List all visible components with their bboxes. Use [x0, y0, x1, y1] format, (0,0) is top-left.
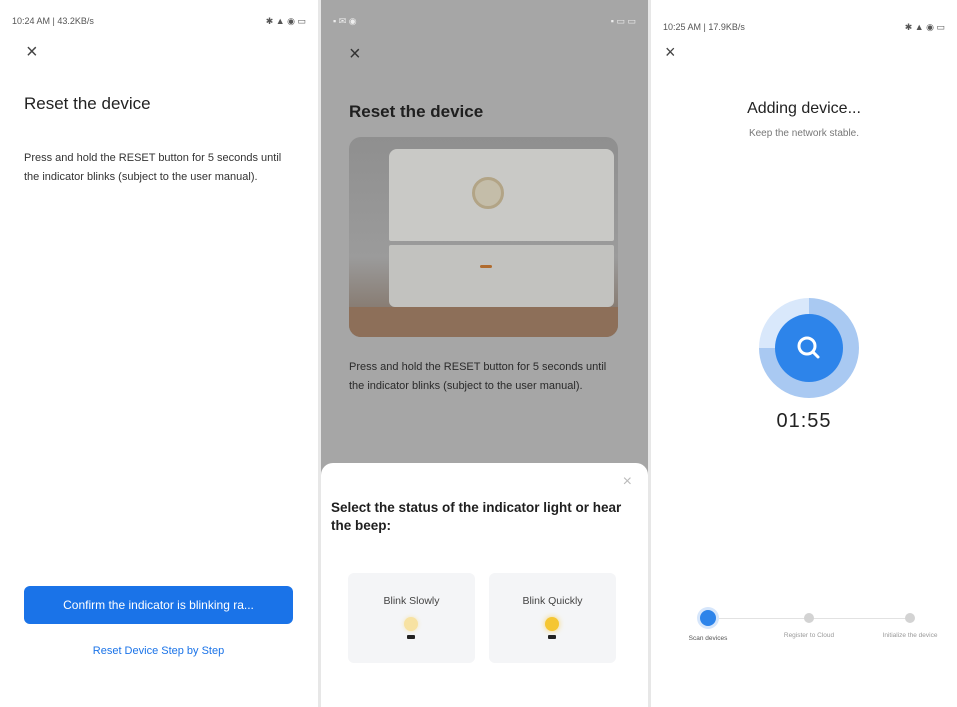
reset-instructions: Press and hold the RESET button for 5 se…	[24, 152, 282, 183]
floor-surface	[349, 307, 618, 337]
status-bar: 10:24 AM | 43.2KB/s ✱ ▲ ◉ ▭	[12, 14, 306, 28]
screen-indicator-status: ▪ ✉ ◉ ▪ ▭ ▭ × Reset the device Press and…	[321, 0, 648, 707]
device-image	[349, 137, 618, 337]
step-initialize-device: Initialize the device	[875, 610, 945, 640]
reset-step-by-step-link[interactable]: Reset Device Step by Step	[24, 645, 293, 657]
search-icon	[797, 336, 820, 359]
bulb-base	[407, 635, 415, 639]
option-label: Blink Slowly	[383, 595, 440, 607]
screen-adding-device: 10:25 AM | 17.9KB/s ✱ ▲ ◉ ▭ × Adding dev…	[651, 0, 957, 707]
status-time: 10:25 AM | 17.9KB/s	[663, 22, 745, 32]
confirm-blinking-button[interactable]: Confirm the indicator is blinking ra...	[24, 586, 293, 624]
device-reset-button-image	[472, 177, 504, 209]
device-indicator-led	[480, 265, 492, 268]
step-dot	[804, 613, 814, 623]
step-dot	[700, 610, 716, 626]
option-blink-quickly[interactable]: Blink Quickly	[489, 573, 616, 663]
progress-steps: Scan devices Register to Cloud Initializ…	[681, 610, 937, 680]
step-label: Scan devices	[688, 635, 728, 642]
page-title: Reset the device	[349, 102, 484, 121]
bulb-base	[548, 635, 556, 639]
option-blink-slowly[interactable]: Blink Slowly	[348, 573, 475, 663]
close-icon[interactable]: ×	[26, 42, 38, 62]
sheet-title: Select the status of the indicator light…	[331, 500, 622, 533]
status-icons: ✱ ▲ ◉ ▭	[904, 21, 945, 32]
step-scan-devices: Scan devices	[673, 610, 743, 643]
status-bar: 10:25 AM | 17.9KB/s ✱ ▲ ◉ ▭	[663, 20, 945, 34]
countdown-timer: 01:55	[776, 410, 832, 432]
close-icon[interactable]: ×	[349, 44, 361, 64]
step-label: Register to Cloud	[783, 632, 835, 639]
page-title: Adding device...	[747, 100, 861, 117]
status-right-icons: ▪ ▭ ▭	[610, 15, 636, 26]
device-bottom-housing	[389, 245, 614, 307]
option-label: Blink Quickly	[522, 595, 583, 607]
step-register-cloud: Register to Cloud	[774, 610, 844, 640]
page-title: Reset the device	[24, 94, 151, 113]
screen-reset-device: 10:24 AM | 43.2KB/s ✱ ▲ ◉ ▭ × Reset the …	[0, 0, 318, 707]
status-left-icons: ▪ ✉ ◉	[333, 15, 357, 26]
step-label: Initialize the device	[882, 632, 938, 639]
close-icon[interactable]: ×	[665, 42, 676, 62]
bulb-bright-icon	[545, 617, 559, 631]
sheet-close-icon[interactable]: ×	[623, 473, 632, 491]
status-bar: ▪ ✉ ◉ ▪ ▭ ▭	[333, 14, 636, 28]
status-icons: ✱ ▲ ◉ ▭	[265, 15, 306, 26]
step-dot	[905, 613, 915, 623]
page-subtitle: Keep the network stable.	[748, 128, 860, 139]
status-time: 10:24 AM | 43.2KB/s	[12, 16, 94, 26]
scan-progress-ring	[759, 298, 859, 398]
reset-instructions: Press and hold the RESET button for 5 se…	[349, 361, 607, 392]
bulb-dim-icon	[404, 617, 418, 631]
indicator-status-sheet: × Select the status of the indicator lig…	[321, 463, 648, 707]
